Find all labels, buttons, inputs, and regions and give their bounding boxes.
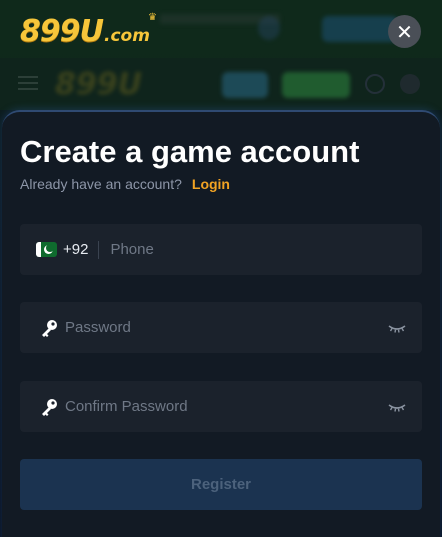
confirm-password-field	[20, 381, 422, 432]
logo-main-text: 899U	[20, 14, 104, 49]
login-prompt: Already have an account? Login	[20, 176, 230, 192]
logo-sub-text: .com	[103, 26, 150, 46]
password-field	[20, 302, 422, 353]
password-input[interactable]	[65, 319, 388, 336]
login-link[interactable]: Login	[192, 176, 230, 192]
eye-closed-icon[interactable]	[388, 322, 406, 334]
background-button	[282, 72, 350, 98]
register-button[interactable]: Register	[20, 459, 422, 510]
phone-input[interactable]	[110, 241, 422, 258]
register-sheet: Create a game account Already have an ac…	[2, 110, 440, 537]
page-title: Create a game account	[20, 134, 360, 169]
key-icon	[42, 398, 57, 416]
country-code[interactable]: +92	[63, 241, 88, 258]
eye-closed-icon[interactable]	[388, 401, 406, 413]
phone-field: +92	[20, 224, 422, 275]
divider	[98, 240, 100, 259]
background-logo: 899U	[55, 67, 142, 102]
background-icon	[258, 16, 280, 40]
close-button[interactable]: ✕	[388, 15, 421, 48]
background-settings-icon	[400, 74, 420, 94]
login-prompt-text: Already have an account?	[20, 176, 182, 192]
close-icon: ✕	[396, 19, 413, 44]
background-menu-icon	[18, 76, 38, 90]
background-button	[322, 16, 398, 42]
background-search-icon	[365, 74, 385, 94]
crown-icon: ♛	[148, 12, 157, 23]
background-button	[222, 72, 268, 98]
brand-logo: 899U .com ♛	[20, 12, 157, 49]
key-icon	[42, 319, 57, 337]
confirm-password-input[interactable]	[65, 398, 388, 415]
pakistan-flag-icon	[36, 242, 57, 257]
